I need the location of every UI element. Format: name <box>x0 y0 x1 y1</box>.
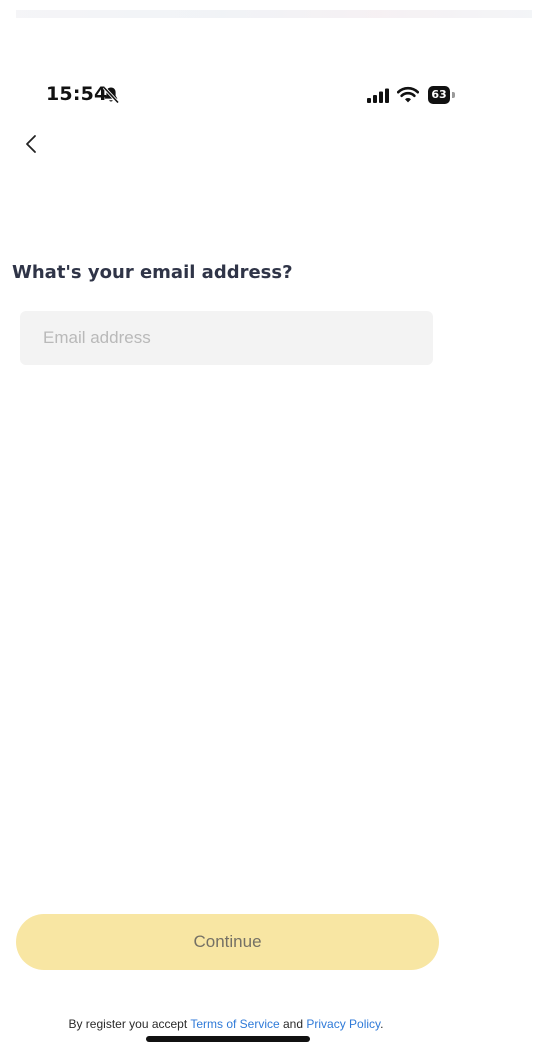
terms-middle: and <box>279 1017 307 1031</box>
battery-tip <box>452 92 455 98</box>
terms-notice: By register you accept Terms of Service … <box>0 1017 452 1031</box>
privacy-policy-link[interactable]: Privacy Policy <box>306 1017 380 1031</box>
cellular-signal-icon <box>367 88 389 103</box>
top-decorative-strip <box>16 10 532 18</box>
email-question-heading: What's your email address? <box>12 262 293 283</box>
email-address-input[interactable] <box>20 311 433 365</box>
terms-prefix: By register you accept <box>68 1017 191 1031</box>
back-button[interactable] <box>18 128 48 160</box>
continue-button[interactable]: Continue <box>16 914 439 970</box>
status-time: 15:54 <box>46 83 108 105</box>
terms-of-service-link[interactable]: Terms of Service <box>190 1017 279 1031</box>
bell-slash-icon <box>102 86 120 104</box>
wifi-icon <box>397 86 419 103</box>
terms-suffix: . <box>380 1017 384 1031</box>
home-indicator <box>146 1036 310 1042</box>
status-bar: 15:54 63 <box>0 80 533 112</box>
chevron-left-icon <box>26 135 36 153</box>
battery-icon: 63 <box>428 86 456 104</box>
battery-level: 63 <box>428 86 450 104</box>
